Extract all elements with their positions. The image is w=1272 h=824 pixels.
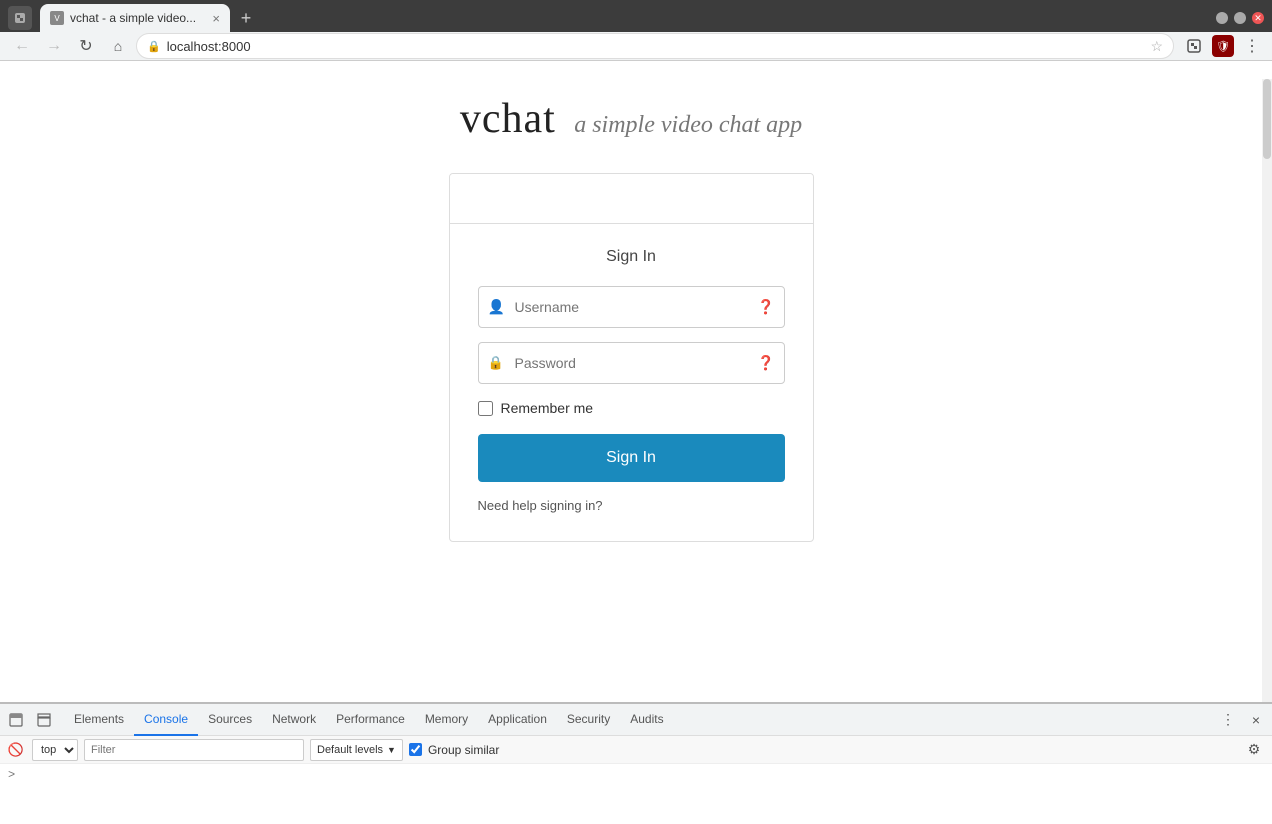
group-similar-label: Group similar	[428, 743, 499, 757]
tab-close-icon[interactable]: ×	[212, 11, 220, 26]
lock-icon: 🔒	[147, 40, 161, 53]
username-help-icon[interactable]: ❓	[757, 299, 774, 316]
remember-me-label: Remember me	[501, 400, 594, 416]
username-input[interactable]	[478, 286, 785, 328]
password-icon: 🔒	[488, 355, 504, 371]
menu-button[interactable]: ⋮	[1240, 34, 1264, 58]
password-help-icon[interactable]: ❓	[757, 355, 774, 372]
devtools-close-button[interactable]: ×	[1244, 708, 1268, 732]
password-group: 🔒 ❓	[478, 342, 785, 384]
shield-icon[interactable]: 🛡	[1212, 35, 1234, 57]
console-prompt[interactable]: >	[8, 768, 1264, 782]
devtools-settings-button[interactable]: ⚙	[1242, 738, 1266, 762]
remember-me-row: Remember me	[478, 400, 785, 416]
devtools-tab-bar: Elements Console Sources Network Perform…	[0, 704, 1272, 736]
back-button[interactable]: ←	[8, 32, 36, 60]
devtools-tab-audits[interactable]: Audits	[620, 704, 673, 736]
devtools-undock-icon[interactable]	[32, 708, 56, 732]
address-text: localhost:8000	[167, 39, 1145, 54]
devtools-dock-icon[interactable]	[4, 708, 28, 732]
tab-title: vchat - a simple video...	[70, 11, 206, 25]
sign-in-heading: Sign In	[478, 248, 785, 266]
password-input[interactable]	[478, 342, 785, 384]
console-arrow-icon: >	[8, 768, 15, 782]
devtools-tab-memory[interactable]: Memory	[415, 704, 478, 736]
sign-in-button[interactable]: Sign In	[478, 434, 785, 482]
devtools-tab-elements[interactable]: Elements	[64, 704, 134, 736]
browser-extension-icon[interactable]	[8, 6, 32, 30]
devtools-tab-performance[interactable]: Performance	[326, 704, 415, 736]
group-similar-checkbox[interactable]	[409, 743, 422, 756]
console-content: >	[0, 764, 1272, 824]
devtools-tab-application[interactable]: Application	[478, 704, 557, 736]
help-link[interactable]: Need help signing in?	[478, 498, 785, 513]
browser-tab[interactable]: V vchat - a simple video... ×	[40, 4, 230, 32]
no-errors-icon[interactable]: 🚫	[6, 740, 26, 760]
login-card-body: Sign In 👤 ❓ 🔒 ❓ Remember me Sign In N	[450, 224, 813, 541]
login-card-header	[450, 174, 813, 224]
levels-arrow: ▼	[387, 745, 396, 755]
app-title-subtitle: a simple video chat app	[574, 112, 802, 138]
reload-button[interactable]: ↻	[72, 32, 100, 60]
username-icon: 👤	[488, 299, 505, 316]
new-tab-button[interactable]: +	[232, 4, 260, 32]
maximize-button[interactable]	[1234, 12, 1246, 24]
login-card: Sign In 👤 ❓ 🔒 ❓ Remember me Sign In N	[449, 173, 814, 542]
extensions-icon[interactable]	[1182, 34, 1206, 58]
home-button[interactable]: ⌂	[104, 32, 132, 60]
username-group: 👤 ❓	[478, 286, 785, 328]
app-title-main: vchat	[460, 96, 556, 142]
remember-me-checkbox[interactable]	[478, 401, 493, 416]
close-window-button[interactable]: ✕	[1252, 12, 1264, 24]
devtools-panel: Elements Console Sources Network Perform…	[0, 702, 1272, 822]
devtools-tab-security[interactable]: Security	[557, 704, 620, 736]
levels-label: Default levels	[317, 744, 383, 756]
levels-dropdown[interactable]: Default levels ▼	[310, 739, 403, 761]
tab-favicon: V	[50, 11, 64, 25]
page-content: vchat a simple video chat app Sign In 👤 …	[0, 45, 1262, 668]
devtools-tab-sources[interactable]: Sources	[198, 704, 262, 736]
context-selector[interactable]: top	[32, 739, 78, 761]
devtools-more-button[interactable]: ⋮	[1216, 708, 1240, 732]
forward-button[interactable]: →	[40, 32, 68, 60]
scroll-track[interactable]	[1262, 79, 1272, 702]
address-bar[interactable]: 🔒 localhost:8000 ☆	[136, 33, 1174, 59]
filter-input[interactable]	[84, 739, 304, 761]
devtools-toolbar: 🚫 top Default levels ▼ Group similar ⚙	[0, 736, 1272, 764]
minimize-button[interactable]	[1216, 12, 1228, 24]
devtools-tab-console[interactable]: Console	[134, 704, 198, 736]
scroll-thumb[interactable]	[1263, 79, 1271, 159]
devtools-tab-network[interactable]: Network	[262, 704, 326, 736]
star-icon[interactable]: ☆	[1150, 38, 1163, 55]
app-title-area: vchat a simple video chat app	[460, 95, 802, 143]
